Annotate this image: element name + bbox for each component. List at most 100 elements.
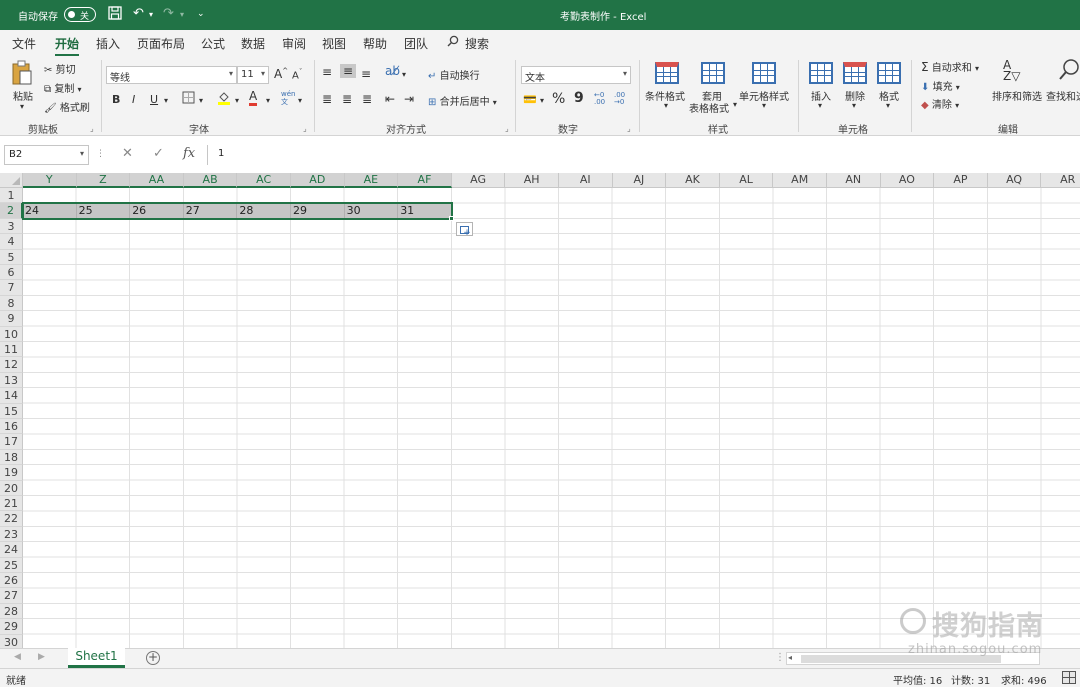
- redo-icon[interactable]: ↷: [163, 6, 174, 21]
- column-header-ae[interactable]: AE: [344, 173, 399, 188]
- number-format-combo[interactable]: 文本 ▾: [521, 66, 631, 84]
- increase-indent-icon[interactable]: ⇥: [404, 92, 414, 106]
- clipboard-launcher-icon[interactable]: ⌟: [90, 124, 94, 133]
- row-header-10[interactable]: 10: [0, 326, 23, 342]
- sort-filter-label[interactable]: 排序和筛选: [992, 88, 1042, 103]
- column-header-ac[interactable]: AC: [237, 173, 291, 188]
- row-header-30[interactable]: 30: [0, 634, 23, 648]
- row-header-18[interactable]: 18: [0, 449, 23, 466]
- status-sum[interactable]: 求和: 496: [1001, 672, 1047, 687]
- column-header-aj[interactable]: AJ: [612, 173, 667, 188]
- row-header-19[interactable]: 19: [0, 465, 23, 481]
- font-color-icon[interactable]: A: [249, 90, 258, 106]
- redo-dropdown-icon[interactable]: ▾: [180, 10, 184, 19]
- save-icon[interactable]: [108, 6, 122, 24]
- increase-decimal-icon[interactable]: ←0.00: [594, 92, 605, 106]
- column-header-z[interactable]: Z: [76, 173, 131, 188]
- column-header-ap[interactable]: AP: [934, 173, 988, 188]
- row-header-9[interactable]: 9: [0, 311, 23, 327]
- align-middle-icon[interactable]: ≡: [340, 64, 357, 78]
- accounting-icon[interactable]: 💳: [523, 93, 537, 106]
- copy-button[interactable]: ⧉ 复制 ▾: [44, 80, 82, 95]
- find-select-label[interactable]: 查找和选: [1046, 88, 1080, 103]
- row-header-23[interactable]: 23: [0, 526, 23, 543]
- align-center-icon[interactable]: ≣: [342, 92, 352, 106]
- comma-button[interactable]: 9: [574, 90, 584, 106]
- phonetic-icon[interactable]: wén 文: [281, 90, 295, 106]
- tab-view[interactable]: 视图: [322, 35, 346, 52]
- row-header-29[interactable]: 29: [0, 619, 23, 635]
- column-header-aq[interactable]: AQ: [987, 173, 1042, 188]
- format-table-label-2[interactable]: 表格格式: [689, 100, 729, 115]
- row-header-7[interactable]: 7: [0, 280, 23, 296]
- font-size-combo[interactable]: 11 ▾: [237, 66, 269, 84]
- bold-button[interactable]: B: [112, 93, 120, 106]
- tab-review[interactable]: 审阅: [282, 35, 306, 52]
- merge-center-button[interactable]: ⊞ 合并后居中 ▾: [428, 93, 497, 108]
- italic-button[interactable]: I: [132, 93, 135, 106]
- format-table-dropdown-icon[interactable]: ▾: [733, 100, 737, 109]
- number-launcher-icon[interactable]: ⌟: [627, 124, 631, 133]
- cell-af2[interactable]: 31: [398, 203, 452, 219]
- find-select-icon[interactable]: [1058, 58, 1080, 85]
- sort-filter-icon[interactable]: A Z▽: [1003, 59, 1020, 82]
- row-header-1[interactable]: 1: [0, 188, 23, 204]
- clear-button[interactable]: ◆ 清除 ▾: [921, 96, 959, 111]
- tab-splitter-icon[interactable]: ⋮: [775, 652, 785, 663]
- paste-dropdown-icon[interactable]: ▾: [20, 102, 24, 111]
- cell-ae2[interactable]: 30: [344, 203, 399, 219]
- borders-icon[interactable]: [182, 91, 195, 107]
- paste-button[interactable]: 粘贴 ▾: [10, 60, 38, 118]
- column-header-ad[interactable]: AD: [291, 173, 345, 188]
- borders-dropdown-icon[interactable]: ▾: [199, 96, 203, 105]
- row-header-28[interactable]: 28: [0, 603, 23, 620]
- autosum-dropdown-icon[interactable]: ▾: [975, 64, 979, 73]
- row-header-3[interactable]: 3: [0, 218, 23, 235]
- column-header-af[interactable]: AF: [398, 173, 452, 188]
- row-header-8[interactable]: 8: [0, 295, 23, 312]
- row-header-16[interactable]: 16: [0, 419, 23, 435]
- column-header-ak[interactable]: AK: [666, 173, 720, 188]
- fill-dropdown-icon[interactable]: ▾: [956, 83, 960, 92]
- autofill-options-icon[interactable]: [455, 221, 473, 238]
- row-header-20[interactable]: 20: [0, 480, 23, 496]
- insert-dropdown-icon[interactable]: ▾: [818, 101, 822, 110]
- next-sheet-icon[interactable]: ▶: [38, 652, 45, 662]
- shrink-font-button[interactable]: Aˇ: [292, 68, 302, 81]
- name-box[interactable]: B2 ▾: [4, 145, 89, 165]
- tab-help[interactable]: 帮助: [363, 35, 387, 52]
- scroll-left-icon[interactable]: ◂: [788, 653, 792, 662]
- column-header-ao[interactable]: AO: [880, 173, 935, 188]
- cell-styles-icon[interactable]: [752, 62, 776, 84]
- cell-ad2[interactable]: 29: [291, 203, 345, 219]
- cell-aa2[interactable]: 26: [130, 203, 184, 219]
- accounting-dropdown-icon[interactable]: ▾: [540, 96, 544, 105]
- column-header-ai[interactable]: AI: [559, 173, 613, 188]
- row-header-27[interactable]: 27: [0, 588, 23, 604]
- sheet-tab-sheet1[interactable]: Sheet1: [68, 648, 125, 668]
- format-painter-button[interactable]: 🖌 格式刷: [44, 99, 90, 114]
- undo-icon[interactable]: ↶: [133, 6, 144, 21]
- spreadsheet-grid[interactable]: Y Z AA AB AC AD AE AF AG AH AI AJ AK AL AM AN AO AP AQ AR 1…: [0, 173, 1080, 648]
- format-dropdown-icon[interactable]: ▾: [886, 101, 890, 110]
- decrease-indent-icon[interactable]: ⇤: [385, 92, 395, 106]
- row-header-2[interactable]: 2: [0, 203, 23, 219]
- column-header-ah[interactable]: AH: [505, 173, 559, 188]
- status-average[interactable]: 平均值: 16: [893, 672, 942, 687]
- cell-ab2[interactable]: 27: [183, 203, 238, 219]
- fill-button[interactable]: ⬇ 填充 ▾: [921, 78, 960, 93]
- conditional-formatting-icon[interactable]: [655, 62, 679, 84]
- cell-styles-dropdown-icon[interactable]: ▾: [762, 101, 766, 110]
- orientation-icon[interactable]: ab̸: [385, 64, 400, 78]
- align-right-icon[interactable]: ≣: [362, 92, 372, 106]
- row-header-14[interactable]: 14: [0, 388, 23, 404]
- row-header-22[interactable]: 22: [0, 511, 23, 527]
- decrease-decimal-icon[interactable]: .00 →0: [614, 92, 625, 106]
- format-as-table-icon[interactable]: [701, 62, 725, 84]
- column-header-aa[interactable]: AA: [130, 173, 184, 188]
- conditional-dropdown-icon[interactable]: ▾: [664, 101, 668, 110]
- column-header-ar[interactable]: AR: [1041, 173, 1080, 188]
- row-header-6[interactable]: 6: [0, 265, 23, 281]
- autosum-button[interactable]: Σ 自动求和 ▾: [921, 59, 979, 74]
- row-header-25[interactable]: 25: [0, 557, 23, 573]
